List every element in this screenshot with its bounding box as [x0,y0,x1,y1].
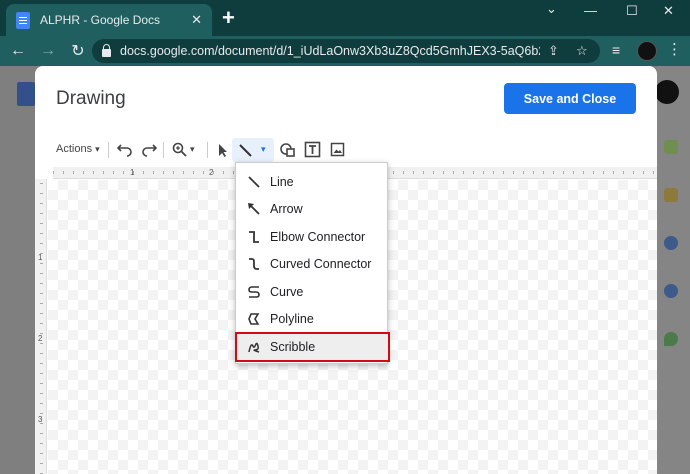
drawing-toolbar: Actions ▾ ▾ ▾ [35,138,657,162]
docs-logo-icon [17,82,35,106]
scribble-icon [246,339,262,355]
google-docs-favicon-icon [16,11,30,29]
image-icon[interactable] [330,142,345,157]
browser-menu-icon[interactable]: ⋮ [667,42,682,58]
back-button[interactable]: ← [3,42,33,60]
line-tool-icon[interactable] [238,143,253,158]
maps-icon [664,332,678,346]
tab-search-icon[interactable]: ⌄ [546,1,557,17]
curve-icon [246,284,262,300]
ruler-number: 3 [38,415,43,424]
menu-item-label: Scribble [270,340,316,354]
menu-item-label: Polyline [270,311,314,326]
reload-button[interactable]: ↻ [63,41,93,61]
new-tab-button[interactable]: + [222,6,235,30]
browser-toolbar: ← → ↻ docs.google.com/document/d/1_iUdLa… [0,36,690,66]
toolbar-divider [163,142,164,158]
minimize-button[interactable]: — [584,3,597,18]
contacts-icon [664,284,678,298]
toolbar-divider [108,142,109,158]
zoom-dropdown-icon[interactable]: ▾ [190,144,195,155]
forward-button[interactable]: → [33,42,63,60]
menu-item-label: Arrow [270,201,303,216]
line-icon [246,174,262,190]
menu-item-label: Curve [270,284,304,299]
menu-item-curved-connector[interactable]: Curved Connector [236,250,389,277]
actions-label: Actions [56,143,93,155]
save-and-close-button[interactable]: Save and Close [504,83,636,114]
text-box-icon[interactable] [304,141,321,158]
media-control-icon[interactable]: ≡ [612,42,620,58]
line-tool-dropdown-icon[interactable]: ▾ [261,144,266,155]
toolbar-divider [207,142,208,158]
maximize-button[interactable]: ☐ [626,3,638,19]
menu-item-label: Elbow Connector [270,229,366,244]
arrow-icon [246,201,262,217]
dialog-title: Drawing [56,88,126,109]
close-window-button[interactable]: ✕ [663,3,674,19]
undo-icon[interactable] [117,143,133,157]
shape-tool-icon[interactable] [280,142,296,158]
ruler-number: 1 [38,253,43,262]
share-icon[interactable]: ⇪ [548,43,559,59]
menu-item-polyline[interactable]: Polyline [236,305,389,332]
menu-item-elbow-connector[interactable]: Elbow Connector [236,223,389,250]
polyline-icon [246,311,262,327]
menu-item-arrow[interactable]: Arrow [236,195,389,222]
ruler-number: 1 [130,168,135,177]
actions-menu-button[interactable]: Actions ▾ [56,143,100,155]
address-bar[interactable]: docs.google.com/document/d/1_iUdLaOnw3Xb… [92,39,600,63]
calendar-icon [664,140,678,154]
ruler-number: 2 [38,334,43,343]
lock-icon[interactable] [102,44,111,57]
line-tool-menu: Line Arrow Elbow Connector Curved Connec… [235,162,390,364]
url-text[interactable]: docs.google.com/document/d/1_iUdLaOnw3Xb… [120,44,540,58]
elbow-connector-icon [246,229,262,245]
menu-item-label: Curved Connector [270,256,372,271]
curved-connector-icon [246,256,262,272]
side-panel [657,66,690,474]
menu-item-curve[interactable]: Curve [236,278,389,305]
select-cursor-icon[interactable] [217,143,229,158]
profile-avatar[interactable] [637,41,657,61]
tab-title: ALPHR - Google Docs [40,13,161,27]
tab-strip: ALPHR - Google Docs ✕ + ⌄ — ☐ ✕ [0,0,690,36]
menu-item-scribble[interactable]: Scribble [235,332,390,362]
menu-item-label: Line [270,174,294,189]
keep-icon [664,188,678,202]
actions-dropdown-icon: ▾ [95,144,100,154]
redo-icon[interactable] [141,143,157,157]
browser-tab[interactable]: ALPHR - Google Docs ✕ [6,4,212,36]
docs-account-avatar [655,80,679,104]
tasks-icon [664,236,678,250]
menu-item-line[interactable]: Line [236,168,389,195]
vertical-ruler [35,179,47,474]
bookmark-star-icon[interactable]: ☆ [576,43,588,59]
tab-close-icon[interactable]: ✕ [191,12,202,28]
zoom-icon[interactable] [172,142,188,158]
ruler-number: 2 [209,168,214,177]
